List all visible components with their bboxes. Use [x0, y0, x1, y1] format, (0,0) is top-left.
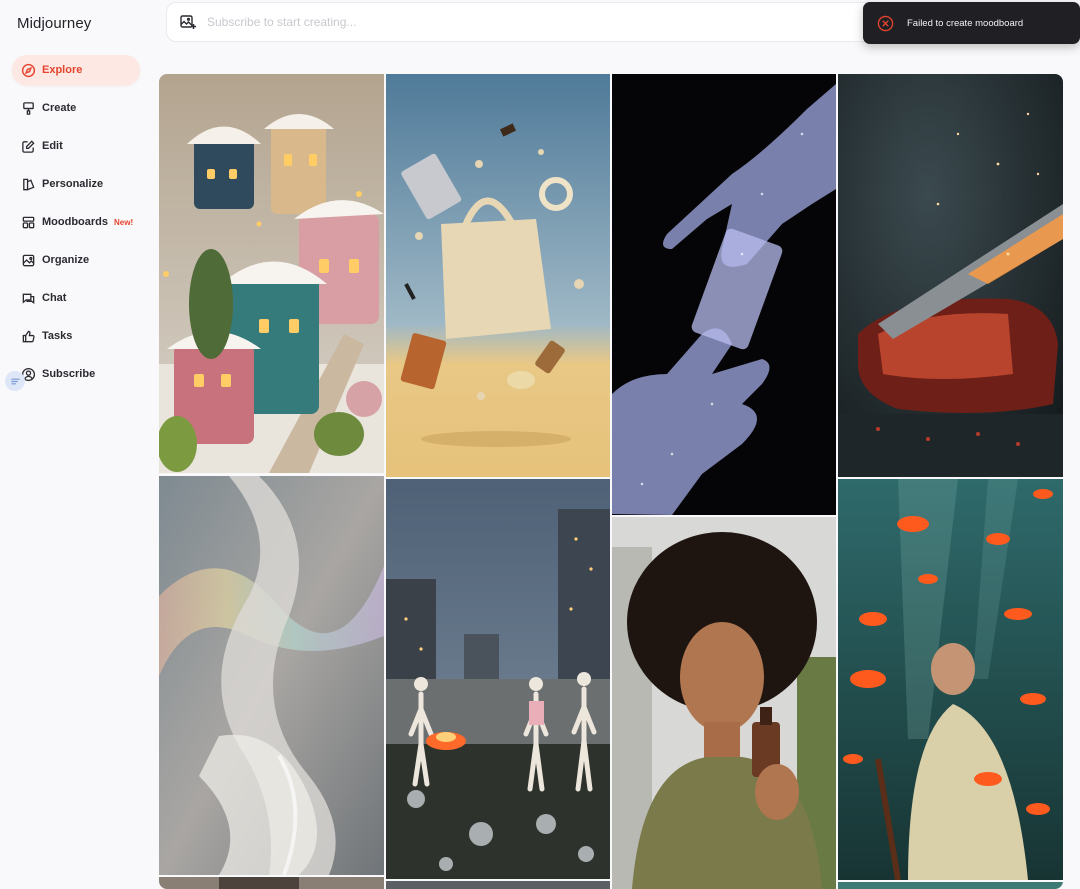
sidebar-item-tasks[interactable]: Tasks — [12, 321, 140, 351]
gallery-image-wireframe-hands[interactable] — [612, 74, 836, 515]
gallery-image-skeletons-bonfire[interactable] — [386, 479, 610, 879]
sidebar: Midjourney Explore Create Edit Personali… — [0, 0, 150, 889]
add-image-icon[interactable] — [179, 13, 197, 31]
gallery-image-knitted-village[interactable] — [159, 74, 384, 473]
error-toast[interactable]: Failed to create moodboard — [863, 2, 1080, 44]
paintbrush-icon — [20, 100, 36, 116]
sidebar-item-label: Chat — [42, 292, 67, 304]
brand-logo[interactable]: Midjourney — [17, 15, 91, 32]
gallery-image-peek-3[interactable] — [838, 882, 1063, 889]
app-root: Midjourney Explore Create Edit Personali… — [0, 0, 1080, 889]
lines-icon — [10, 378, 20, 384]
error-circle-icon — [877, 15, 894, 31]
gallery-image-iridescent-clouds[interactable] — [159, 476, 384, 875]
compass-icon — [20, 62, 36, 78]
sidebar-item-label: Create — [42, 102, 77, 114]
sidebar-nav: Explore Create Edit Personalize Moodboar… — [12, 55, 140, 397]
sidebar-item-label: Tasks — [42, 330, 73, 342]
sidebar-item-label: Moodboards — [42, 216, 108, 228]
gallery-image-peek-2[interactable] — [386, 881, 610, 889]
gallery-image-goldfish-woman[interactable] — [838, 479, 1063, 880]
chat-icon — [20, 290, 36, 306]
sidebar-item-personalize[interactable]: Personalize — [12, 169, 140, 199]
sidebar-item-label: Personalize — [42, 178, 104, 190]
gallery-image-peek-1[interactable] — [159, 877, 384, 889]
explore-gallery — [159, 74, 1063, 889]
sidebar-item-moodboards[interactable]: Moodboards New! — [12, 207, 140, 237]
sidebar-item-create[interactable]: Create — [12, 93, 140, 123]
sidebar-item-label: Edit — [42, 140, 63, 152]
sidebar-item-edit[interactable]: Edit — [12, 131, 140, 161]
edit-icon — [20, 138, 36, 154]
prompt-bar — [166, 2, 906, 42]
toast-message: Failed to create moodboard — [907, 17, 1024, 29]
prompt-input[interactable] — [207, 15, 807, 29]
sidebar-item-chat[interactable]: Chat — [12, 283, 140, 313]
gallery-image-woman-serum[interactable] — [612, 517, 836, 889]
sidebar-item-explore[interactable]: Explore — [12, 55, 140, 85]
sidebar-item-label: Subscribe — [42, 368, 96, 380]
thumbs-up-icon — [20, 328, 36, 344]
new-badge: New! — [114, 217, 134, 227]
moodboard-icon — [20, 214, 36, 230]
gallery-image-floating-bag[interactable] — [386, 74, 610, 477]
sidebar-item-label: Organize — [42, 254, 90, 266]
feedback-chip[interactable] — [5, 371, 25, 391]
gallery-image-steak-knife[interactable] — [838, 74, 1063, 477]
sidebar-item-subscribe[interactable]: Subscribe — [12, 359, 140, 389]
image-icon — [20, 252, 36, 268]
sidebar-item-label: Explore — [42, 64, 83, 76]
sidebar-item-organize[interactable]: Organize — [12, 245, 140, 275]
personalize-icon — [20, 176, 36, 192]
